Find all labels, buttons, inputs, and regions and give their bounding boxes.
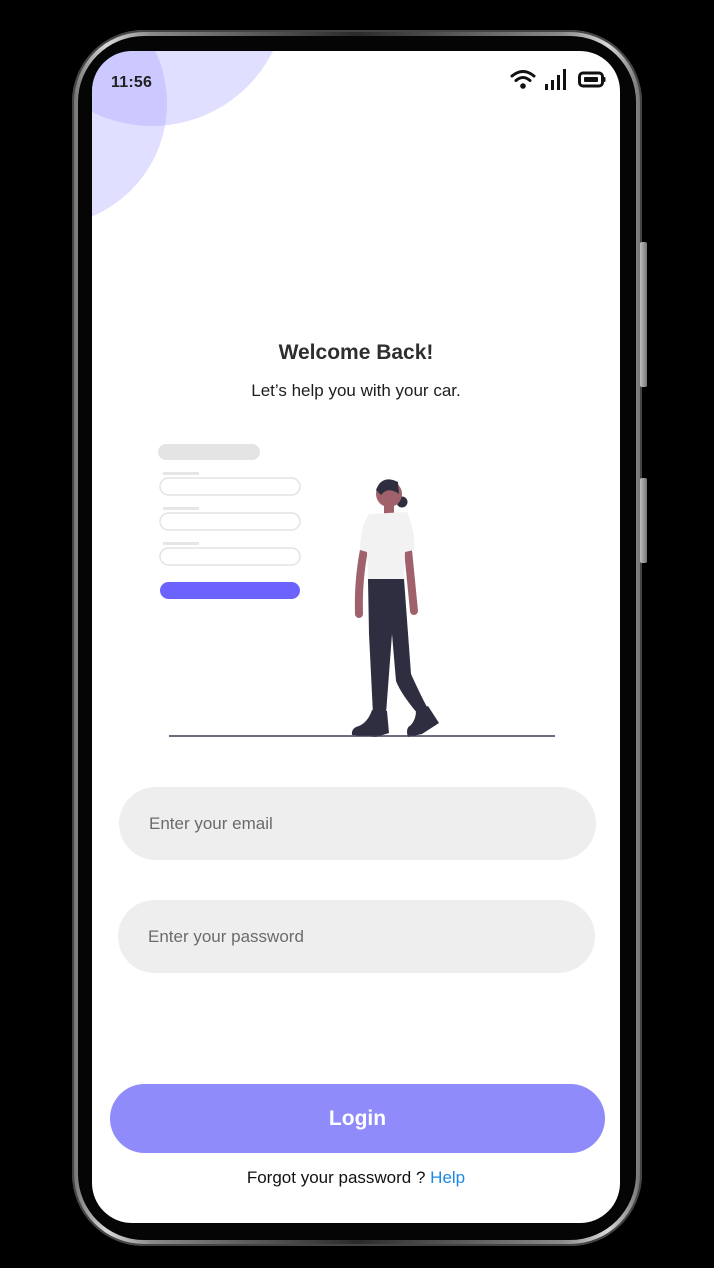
page-subtitle: Let’s help you with your car. bbox=[251, 381, 461, 400]
battery-icon bbox=[578, 71, 606, 88]
page-title: Welcome Back! bbox=[278, 341, 434, 364]
login-button[interactable]: Login bbox=[110, 1084, 605, 1153]
forgot-password-row: Forgot your password ? Help bbox=[92, 1168, 620, 1188]
login-illustration bbox=[158, 444, 555, 737]
forgot-password-text: Forgot your password ? bbox=[246, 1168, 426, 1187]
password-field[interactable] bbox=[118, 900, 595, 973]
person-figure bbox=[351, 479, 439, 737]
volume-button bbox=[640, 242, 647, 387]
app-screen: 11:56 Welcome Back! Let’s help you with … bbox=[92, 51, 620, 1223]
signal-icon bbox=[545, 69, 566, 90]
wifi-icon bbox=[510, 70, 536, 89]
help-link[interactable]: Help bbox=[430, 1168, 465, 1187]
form-mockup bbox=[158, 444, 301, 599]
status-bar: 11:56 bbox=[92, 51, 620, 113]
status-time: 11:56 bbox=[111, 74, 153, 91]
email-field[interactable] bbox=[119, 787, 596, 860]
status-icons bbox=[510, 68, 606, 90]
power-button bbox=[640, 478, 647, 563]
